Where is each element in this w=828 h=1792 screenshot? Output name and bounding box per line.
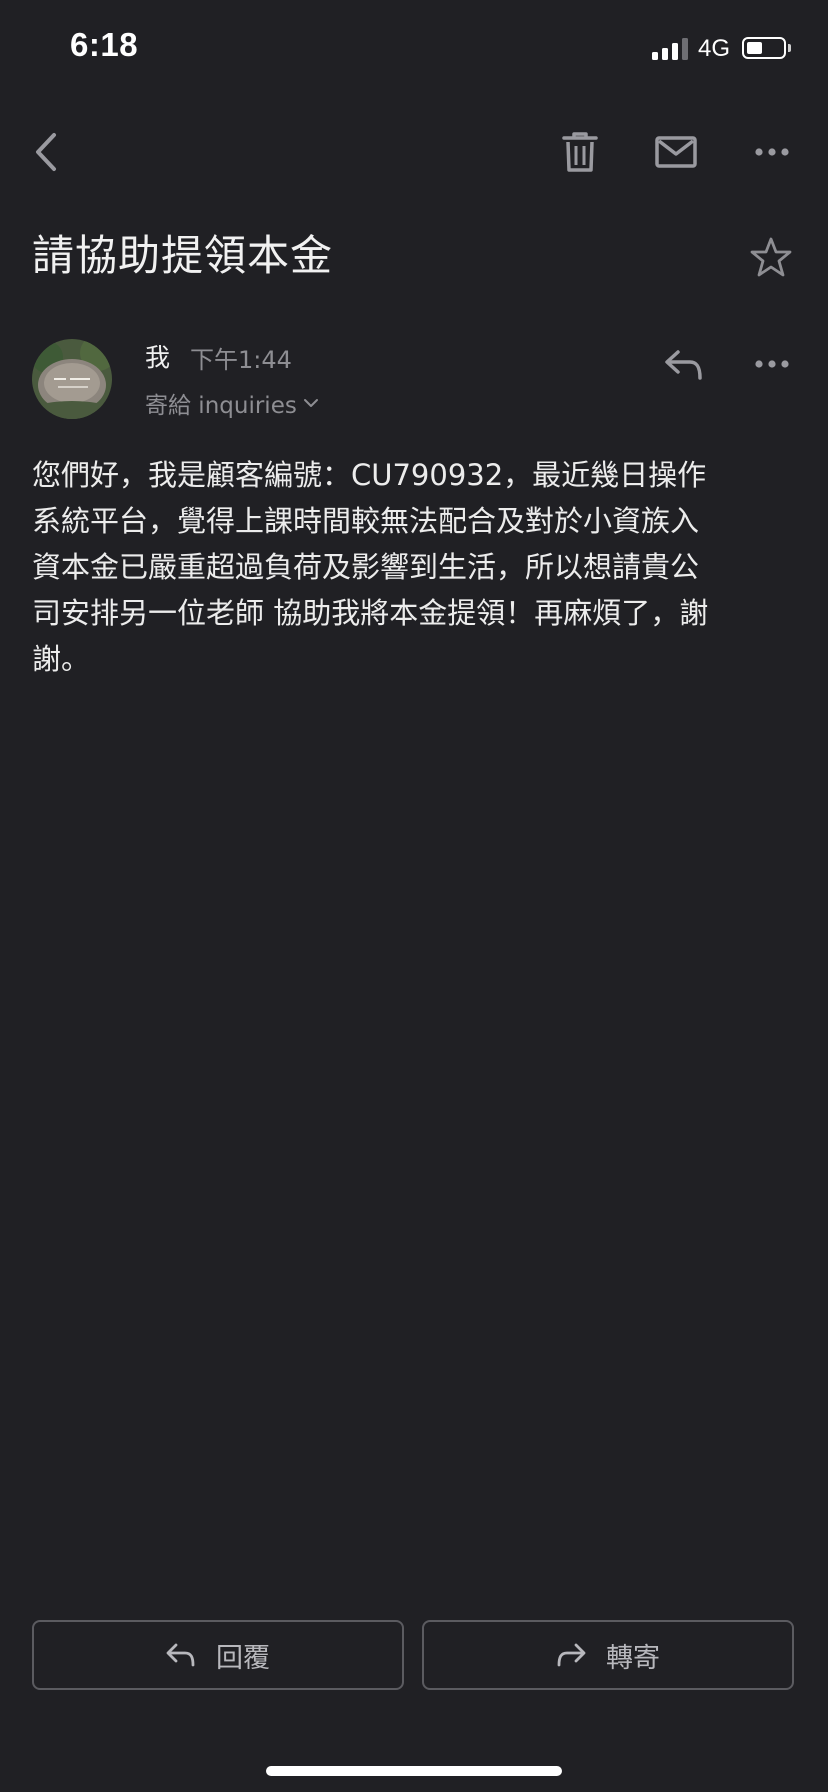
star-icon (750, 237, 792, 277)
trash-icon (562, 132, 598, 172)
chevron-left-icon (36, 133, 56, 171)
mail-icon (655, 136, 697, 168)
battery-cap (788, 44, 791, 52)
reply-label: 回覆 (216, 1642, 270, 1674)
reply-action-button[interactable]: 回覆 (32, 1620, 404, 1690)
email-body: 您們好，我是顧客編號：CU790932，最近幾日操作 系統平台，覺得上課時間較無… (32, 458, 709, 676)
status-time: 6:18 (70, 26, 139, 63)
cellular-signal-icon (652, 38, 690, 60)
forward-action-button[interactable]: 轉寄 (422, 1620, 794, 1690)
mark-unread-button[interactable] (654, 134, 698, 170)
chevron-down-icon (303, 399, 318, 407)
star-button[interactable] (750, 236, 792, 278)
network-type: 4G (698, 35, 731, 62)
email-subject: 請協助提領本金 (32, 231, 334, 280)
reply-icon (665, 350, 702, 380)
recipient-toggle[interactable]: 寄給 inquiries (145, 386, 319, 420)
more-horizontal-icon (755, 360, 789, 368)
more-horizontal-icon (755, 148, 789, 156)
back-button[interactable] (28, 128, 68, 176)
recipient-label: 寄給 inquiries (145, 393, 297, 419)
message-more-button[interactable] (754, 352, 790, 376)
more-options-button[interactable] (754, 140, 790, 164)
email-time: 下午1:44 (190, 346, 292, 374)
forward-label: 轉寄 (606, 1642, 660, 1674)
reply-icon (166, 1643, 195, 1667)
battery-icon (742, 37, 786, 59)
reply-button[interactable] (664, 348, 704, 382)
home-indicator[interactable] (266, 1766, 562, 1776)
avatar (32, 339, 112, 419)
delete-button[interactable] (560, 130, 600, 174)
forward-icon (557, 1643, 586, 1667)
sender-name: 我 (145, 343, 171, 372)
